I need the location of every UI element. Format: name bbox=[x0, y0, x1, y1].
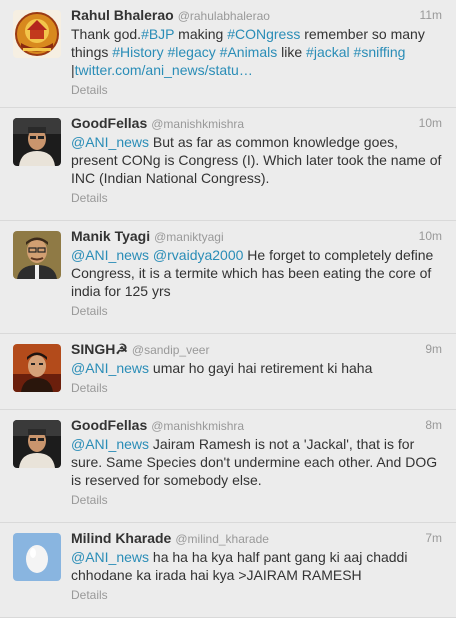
tweet-link[interactable]: @ANI_news bbox=[71, 549, 149, 565]
avatar[interactable] bbox=[13, 420, 61, 468]
tweet-header: Rahul Bhalerao @rahulabhalerao 11m bbox=[71, 6, 442, 24]
tweet-text: @ANI_news Jairam Ramesh is not a 'Jackal… bbox=[71, 435, 442, 489]
tweet-link[interactable]: #Animals bbox=[220, 44, 278, 60]
tweet-content: GoodFellas @manishkmishra 8m @ANI_news Jair… bbox=[71, 416, 442, 508]
tweet-link[interactable]: #CONgress bbox=[227, 26, 300, 42]
user-handle[interactable]: @milind_kharade bbox=[175, 532, 269, 546]
tweet-link[interactable]: twitter.com/ani_news/statu… bbox=[75, 62, 253, 78]
user-handle[interactable]: @maniktyagi bbox=[154, 230, 224, 244]
tweet-item[interactable]: GoodFellas @manishkmishra 8m @ANI_news Jair… bbox=[0, 410, 456, 523]
tweet-timestamp[interactable]: 8m bbox=[425, 416, 442, 434]
tweet-header: GoodFellas @manishkmishra 10m bbox=[71, 114, 442, 132]
tweet-text-segment: like bbox=[277, 44, 307, 60]
avatar[interactable] bbox=[13, 118, 61, 166]
tweet-header: SINGH☭ @sandip_veer 9m bbox=[71, 340, 442, 358]
tweet-header: Manik Tyagi @maniktyagi 10m bbox=[71, 227, 442, 245]
tweet-link[interactable]: #sniffing bbox=[354, 44, 406, 60]
tweet-text-segment: umar ho gayi hai retirement ki haha bbox=[149, 360, 373, 376]
tweet-header: Milind Kharade @milind_kharade 7m bbox=[71, 529, 442, 547]
details-link[interactable]: Details bbox=[71, 83, 442, 98]
user-handle[interactable]: @manishkmishra bbox=[151, 117, 244, 131]
tweet-link[interactable]: #BJP bbox=[141, 26, 174, 42]
tweet-text: @ANI_news @rvaidya2000 He forget to comp… bbox=[71, 246, 442, 300]
avatar[interactable] bbox=[13, 10, 61, 58]
tweet-item[interactable]: Rahul Bhalerao @rahulabhalerao 11m Thank go… bbox=[0, 0, 456, 108]
tweet-feed: Rahul Bhalerao @rahulabhalerao 11m Thank go… bbox=[0, 0, 456, 618]
tweet-content: GoodFellas @manishkmishra 10m @ANI_news But… bbox=[71, 114, 442, 206]
tweet-timestamp[interactable]: 11m bbox=[420, 6, 442, 24]
user-name[interactable]: GoodFellas bbox=[71, 115, 147, 131]
user-name[interactable]: Milind Kharade bbox=[71, 530, 171, 546]
tweet-content: Milind Kharade @milind_kharade 7m @ANI_news… bbox=[71, 529, 442, 603]
tweet-text-segment: making bbox=[174, 26, 228, 42]
tweet-link[interactable]: #legacy bbox=[168, 44, 216, 60]
tweet-item[interactable]: GoodFellas @manishkmishra 10m @ANI_news But… bbox=[0, 108, 456, 221]
avatar[interactable] bbox=[13, 533, 61, 581]
tweet-timestamp[interactable]: 7m bbox=[425, 529, 442, 547]
user-name[interactable]: SINGH☭ bbox=[71, 341, 128, 357]
tweet-timestamp[interactable]: 10m bbox=[419, 114, 442, 132]
tweet-timestamp[interactable]: 9m bbox=[425, 340, 442, 358]
details-link[interactable]: Details bbox=[71, 381, 442, 396]
user-name[interactable]: Rahul Bhalerao bbox=[71, 7, 174, 23]
tweet-text-segment: Thank god. bbox=[71, 26, 142, 42]
details-link[interactable]: Details bbox=[71, 191, 442, 206]
tweet-text: @ANI_news ha ha ha kya half pant gang ki… bbox=[71, 548, 442, 584]
tweet-content: Rahul Bhalerao @rahulabhalerao 11m Thank go… bbox=[71, 6, 442, 98]
details-link[interactable]: Details bbox=[71, 588, 442, 603]
tweet-link[interactable]: #History bbox=[112, 44, 163, 60]
user-handle[interactable]: @sandip_veer bbox=[132, 343, 210, 357]
tweet-content: SINGH☭ @sandip_veer 9m @ANI_news umar ho ga… bbox=[71, 340, 442, 396]
tweet-link[interactable]: @rvaidya2000 bbox=[153, 247, 244, 263]
tweet-item[interactable]: Milind Kharade @milind_kharade 7m @ANI_news… bbox=[0, 523, 456, 618]
tweet-link[interactable]: @ANI_news bbox=[71, 134, 149, 150]
tweet-link[interactable]: @ANI_news bbox=[71, 436, 149, 452]
tweet-link[interactable]: @ANI_news bbox=[71, 247, 149, 263]
tweet-header: GoodFellas @manishkmishra 8m bbox=[71, 416, 442, 434]
user-name[interactable]: GoodFellas bbox=[71, 417, 147, 433]
tweet-text: @ANI_news umar ho gayi hai retirement ki… bbox=[71, 359, 442, 377]
avatar[interactable] bbox=[13, 231, 61, 279]
tweet-item[interactable]: Manik Tyagi @maniktyagi 10m @ANI_news @rvai… bbox=[0, 221, 456, 334]
user-handle[interactable]: @rahulabhalerao bbox=[178, 9, 270, 23]
details-link[interactable]: Details bbox=[71, 304, 442, 319]
tweet-item[interactable]: SINGH☭ @sandip_veer 9m @ANI_news umar ho ga… bbox=[0, 334, 456, 410]
avatar[interactable] bbox=[13, 344, 61, 392]
user-name[interactable]: Manik Tyagi bbox=[71, 228, 150, 244]
tweet-timestamp[interactable]: 10m bbox=[419, 227, 442, 245]
tweet-text: @ANI_news But as far as common knowledge… bbox=[71, 133, 442, 187]
user-handle[interactable]: @manishkmishra bbox=[151, 419, 244, 433]
tweet-text: Thank god.#BJP making #CONgress remember… bbox=[71, 25, 442, 79]
tweet-link[interactable]: @ANI_news bbox=[71, 360, 149, 376]
tweet-content: Manik Tyagi @maniktyagi 10m @ANI_news @rvai… bbox=[71, 227, 442, 319]
tweet-link[interactable]: #jackal bbox=[306, 44, 350, 60]
details-link[interactable]: Details bbox=[71, 493, 442, 508]
